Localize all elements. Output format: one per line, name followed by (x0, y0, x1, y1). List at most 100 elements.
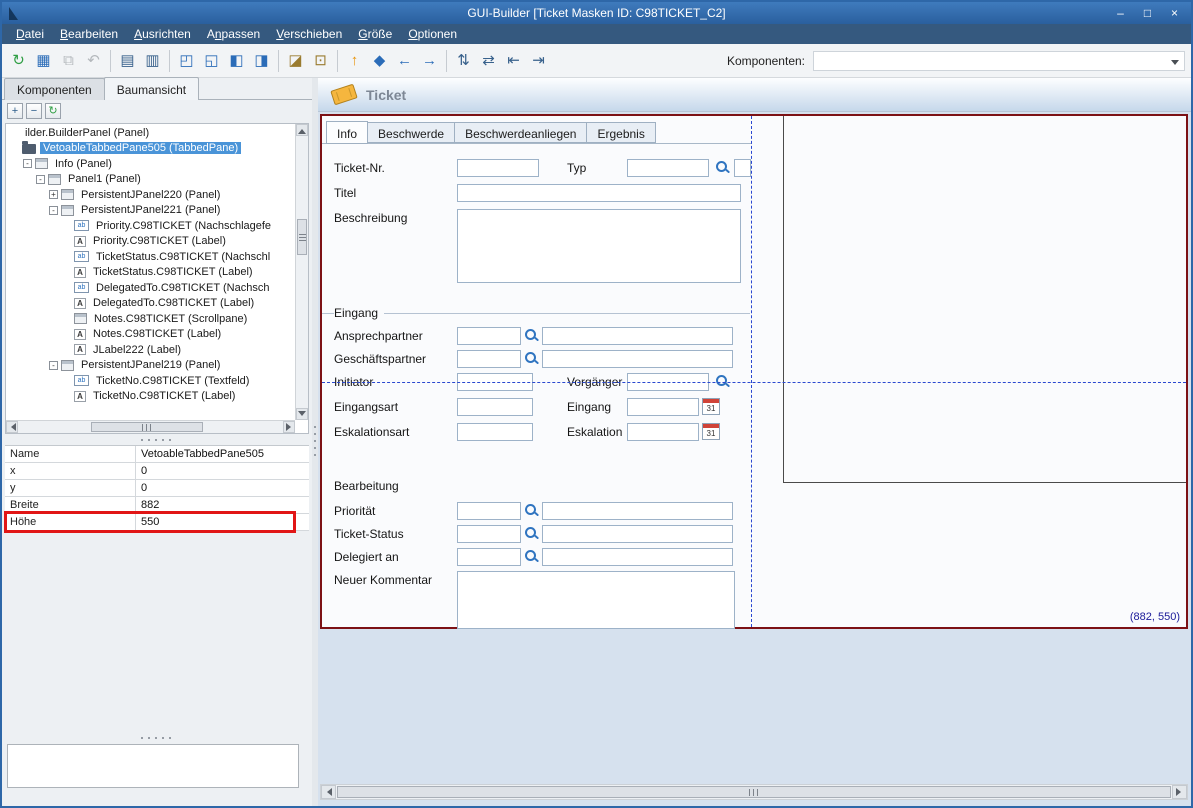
tree-item[interactable]: abPriority.C98TICKET (Nachschlagefe (6, 218, 294, 234)
component-chart-button[interactable]: ▥ (140, 48, 165, 73)
snap-left-button[interactable]: ⇤ (501, 48, 526, 73)
ansprechpartner-input[interactable] (457, 327, 521, 345)
ticket-nr-input[interactable] (457, 159, 539, 177)
tab-komponenten[interactable]: Komponenten (4, 78, 105, 100)
tree-item[interactable]: abDelegatedTo.C98TICKET (Nachsch (6, 280, 294, 296)
align-left-button[interactable]: ◧ (224, 48, 249, 73)
calendar-button[interactable]: 31 (702, 423, 720, 440)
tree-expander-icon[interactable]: + (49, 190, 58, 199)
undo-button[interactable]: ↶ (81, 48, 106, 73)
property-value[interactable]: 0 (136, 480, 309, 496)
cut-region-button[interactable]: ◪ (283, 48, 308, 73)
scroll-left-button[interactable] (321, 785, 336, 799)
shield-button[interactable]: ◆ (367, 48, 392, 73)
tree-item[interactable]: ADelegatedTo.C98TICKET (Label) (6, 296, 294, 312)
copy-button[interactable]: ⧉ (56, 48, 81, 73)
scroll-up-button[interactable] (296, 124, 308, 136)
lookup-icon[interactable] (525, 504, 539, 518)
tree-item[interactable]: -PersistentJPanel219 (Panel) (6, 358, 294, 374)
scrollbar-thumb[interactable] (91, 422, 203, 432)
move-up-button[interactable]: ↑ (342, 48, 367, 73)
component-tree-button[interactable]: ▤ (115, 48, 140, 73)
form-tab-beschwerdeanliegen[interactable]: Beschwerdeanliegen (454, 122, 587, 143)
tree-item[interactable]: +PersistentJPanel220 (Panel) (6, 187, 294, 203)
gesch-ftspartner-text[interactable] (542, 350, 733, 368)
tree-item[interactable]: -PersistentJPanel221 (Panel) (6, 203, 294, 219)
lookup-icon[interactable] (525, 550, 539, 564)
move-left-button[interactable]: ← (392, 48, 417, 73)
tree-item[interactable]: APriority.C98TICKET (Label) (6, 234, 294, 250)
design-panel[interactable]: InfoBeschwerdeBeschwerdeanliegenErgebnis… (320, 114, 1188, 629)
tree-item[interactable]: AJLabel222 (Label) (6, 342, 294, 358)
tree-expander-icon[interactable]: - (23, 159, 32, 168)
form-tab-beschwerde[interactable]: Beschwerde (367, 122, 455, 143)
tree-item[interactable]: Notes.C98TICKET (Scrollpane) (6, 311, 294, 327)
close-button[interactable]: × (1161, 2, 1188, 24)
tree-expander-icon[interactable]: - (49, 361, 58, 370)
size-height-button[interactable]: ⇅ (451, 48, 476, 73)
gesch-ftspartner-input[interactable] (457, 350, 521, 368)
form-tab-info[interactable]: Info (326, 121, 368, 144)
ansprechpartner-text[interactable] (542, 327, 733, 345)
property-value[interactable]: 550 (136, 514, 309, 530)
collapse-all-button[interactable]: − (26, 103, 42, 119)
menu-item-ausrichten[interactable]: Ausrichten (126, 25, 199, 43)
maximize-button[interactable]: □ (1134, 2, 1161, 24)
align-right-button[interactable]: ◨ (249, 48, 274, 73)
tab-baumansicht[interactable]: Baumansicht (104, 77, 199, 100)
tree-item[interactable]: ANotes.C98TICKET (Label) (6, 327, 294, 343)
komponenten-combobox[interactable] (813, 51, 1185, 71)
tree-item[interactable]: ilder.BuilderPanel (Panel) (6, 125, 294, 141)
panel-top-button[interactable]: ◰ (174, 48, 199, 73)
eingangsart-input[interactable] (457, 398, 533, 416)
typ-input[interactable] (627, 159, 709, 177)
paste-region-button[interactable]: ⊡ (308, 48, 333, 73)
eskalationsart-input[interactable] (457, 423, 533, 441)
minimize-button[interactable]: – (1107, 2, 1134, 24)
tree-item[interactable]: VetoableTabbedPane505 (TabbedPane) (6, 141, 294, 157)
property-value[interactable]: VetoableTabbedPane505 (136, 446, 309, 462)
scroll-right-button[interactable] (283, 421, 295, 433)
property-value[interactable]: 882 (136, 497, 309, 513)
expand-all-button[interactable]: + (7, 103, 23, 119)
tree-item[interactable]: ATicketStatus.C98TICKET (Label) (6, 265, 294, 281)
tree-item[interactable]: abTicketStatus.C98TICKET (Nachschl (6, 249, 294, 265)
lookup-icon[interactable] (525, 329, 539, 343)
refresh-button[interactable]: ↻ (6, 48, 31, 73)
tree-item[interactable]: -Panel1 (Panel) (6, 172, 294, 188)
lookup-icon[interactable] (525, 527, 539, 541)
move-right-button[interactable]: → (417, 48, 442, 73)
menu-item-anpassen[interactable]: Anpassen (199, 25, 268, 43)
menu-item-datei[interactable]: Datei (8, 25, 52, 43)
priorit-t-text[interactable] (542, 502, 733, 520)
tree-item[interactable]: abTicketNo.C98TICKET (Textfeld) (6, 373, 294, 389)
designer-horizontal-scrollbar[interactable] (320, 784, 1188, 800)
splitter-handle[interactable] (2, 435, 312, 444)
scrollbar-thumb[interactable] (297, 219, 307, 255)
priorit-t-input[interactable] (457, 502, 521, 520)
lookup-icon[interactable] (525, 352, 539, 366)
delegiert-an-input[interactable] (457, 548, 521, 566)
eingang-input[interactable] (627, 398, 699, 416)
save-button[interactable]: ▦ (31, 48, 56, 73)
calendar-button[interactable]: 31 (702, 398, 720, 415)
refresh-tree-button[interactable]: ↻ (45, 103, 61, 119)
size-width-button[interactable]: ⇄ (476, 48, 501, 73)
panel-bottom-button[interactable]: ◱ (199, 48, 224, 73)
form-tab-ergebnis[interactable]: Ergebnis (586, 122, 655, 143)
tree-vertical-scrollbar[interactable] (295, 124, 308, 420)
scroll-right-button[interactable] (1172, 785, 1187, 799)
scrollbar-thumb[interactable] (337, 786, 1171, 798)
menu-item-verschieben[interactable]: Verschieben (268, 25, 350, 43)
lookup-icon[interactable] (716, 161, 730, 175)
ticket-status-text[interactable] (542, 525, 733, 543)
scroll-down-button[interactable] (296, 408, 308, 420)
scroll-left-button[interactable] (6, 421, 18, 433)
eskalation-input[interactable] (627, 423, 699, 441)
neuer-kommentar-textarea[interactable] (457, 571, 735, 629)
menu-item-bearbeiten[interactable]: Bearbeiten (52, 25, 126, 43)
delegiert-an-text[interactable] (542, 548, 733, 566)
property-value[interactable]: 0 (136, 463, 309, 479)
menu-item-gr-e[interactable]: Größe (350, 25, 400, 43)
snap-right-button[interactable]: ⇥ (526, 48, 551, 73)
